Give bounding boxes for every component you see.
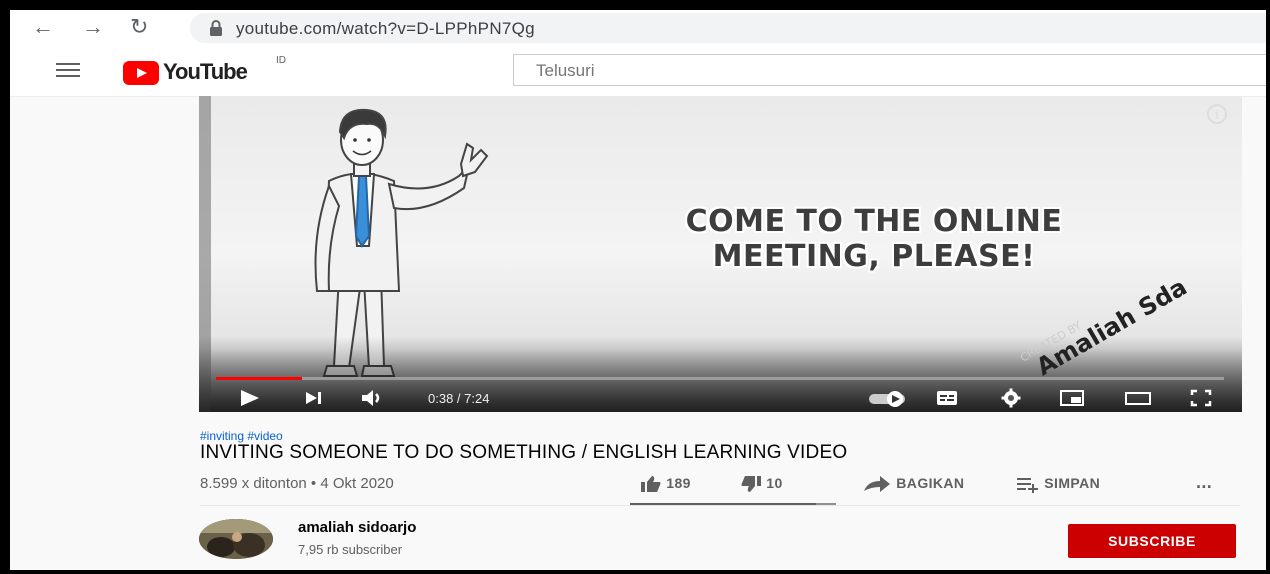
- more-dots-icon: ...: [1196, 472, 1213, 492]
- youtube-play-logo-icon: [123, 61, 159, 85]
- subscriber-count: 7,95 rb subscriber: [298, 542, 403, 557]
- subscribe-button[interactable]: SUBSCRIBE: [1068, 524, 1236, 558]
- hamburger-menu-icon[interactable]: [56, 63, 80, 79]
- avatar-photo: [199, 519, 273, 559]
- channel-avatar[interactable]: [199, 519, 273, 559]
- miniplayer-icon[interactable]: [1059, 388, 1085, 408]
- address-bar[interactable]: youtube.com/watch?v=D-LPPhPN7Qg: [190, 13, 1266, 43]
- progress-bar[interactable]: [216, 377, 1224, 380]
- subtitles-icon[interactable]: [935, 388, 959, 408]
- divider: [200, 505, 1240, 506]
- reload-icon[interactable]: ↻: [130, 15, 148, 39]
- playlist-add-icon: [1017, 478, 1038, 495]
- autoplay-toggle-icon[interactable]: [867, 388, 911, 408]
- thumbs-down-icon: [741, 476, 761, 493]
- progress-fill: [216, 377, 302, 380]
- video-title: INVITING SOMEONE TO DO SOMETHING / ENGLI…: [200, 442, 848, 463]
- info-icon[interactable]: i: [1207, 104, 1227, 124]
- country-code: ID: [276, 55, 286, 66]
- like-count: 189: [666, 475, 691, 491]
- browser-window: ← → ↻ youtube.com/watch?v=D-LPPhPN7Qg Yo…: [10, 10, 1266, 570]
- logo-text: YouTube: [163, 59, 248, 84]
- browser-toolbar: ← → ↻ youtube.com/watch?v=D-LPPhPN7Qg: [10, 10, 1266, 46]
- youtube-header: YouTube ID: [10, 46, 1266, 97]
- save-button[interactable]: SIMPAN: [1016, 475, 1101, 495]
- channel-name[interactable]: amaliah sidoarjo: [298, 519, 416, 536]
- like-button[interactable]: 189: [640, 475, 691, 493]
- thumbs-up-icon: [641, 476, 661, 493]
- volume-icon[interactable]: [359, 388, 387, 408]
- time-display: 0:38 / 7:24: [428, 391, 490, 406]
- fullscreen-icon[interactable]: [1189, 388, 1213, 408]
- video-headline: COME TO THE ONLINE MEETING, PLEASE!: [685, 204, 1063, 274]
- share-label: BAGIKAN: [896, 475, 965, 491]
- back-arrow-icon[interactable]: ←: [32, 15, 54, 39]
- play-icon[interactable]: [237, 388, 261, 408]
- youtube-logo[interactable]: YouTube ID: [123, 55, 286, 87]
- save-label: SIMPAN: [1044, 475, 1101, 491]
- settings-gear-icon[interactable]: [999, 388, 1023, 408]
- video-hashtags[interactable]: #inviting #video: [200, 429, 283, 443]
- search-input[interactable]: [534, 60, 1138, 82]
- more-actions-button[interactable]: ...: [1196, 472, 1212, 493]
- dislike-count: 10: [766, 475, 783, 491]
- share-button[interactable]: BAGIKAN: [862, 475, 964, 493]
- dislike-button[interactable]: 10: [740, 475, 783, 493]
- video-player[interactable]: CREATED BY Amaliah Sda COME TO THE ONLIN…: [199, 96, 1242, 412]
- next-icon[interactable]: [302, 388, 326, 408]
- theater-mode-icon[interactable]: [1124, 388, 1152, 408]
- url-text: youtube.com/watch?v=D-LPPhPN7Qg: [236, 19, 535, 38]
- lock-icon: [210, 20, 222, 36]
- search-box: [513, 54, 1266, 86]
- share-arrow-icon: [864, 476, 890, 493]
- forward-arrow-icon[interactable]: →: [82, 15, 104, 39]
- view-count-date: 8.599 x ditonton • 4 Okt 2020: [200, 475, 394, 492]
